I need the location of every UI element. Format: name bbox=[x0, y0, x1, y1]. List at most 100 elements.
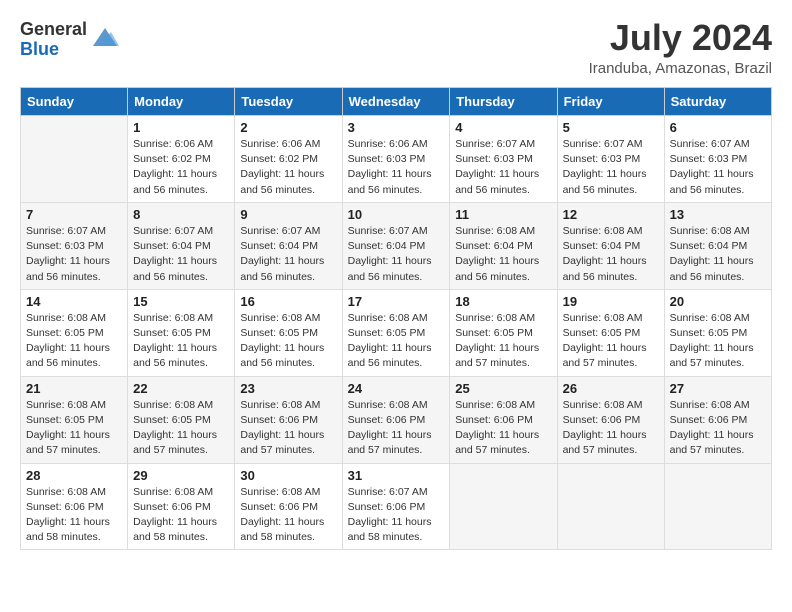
day-info: Sunrise: 6:08 AM Sunset: 6:06 PM Dayligh… bbox=[240, 398, 336, 459]
day-cell: 10Sunrise: 6:07 AM Sunset: 6:04 PM Dayli… bbox=[342, 202, 450, 289]
day-number: 23 bbox=[240, 381, 336, 396]
day-cell bbox=[21, 116, 128, 203]
day-number: 25 bbox=[455, 381, 551, 396]
header-cell-wednesday: Wednesday bbox=[342, 88, 450, 116]
day-number: 7 bbox=[26, 207, 122, 222]
day-cell: 29 Sunrise: 6:08 AM Sunset: 6:06 PM Dayli… bbox=[128, 463, 235, 550]
day-info: Sunrise: 6:08 AM Sunset: 6:05 PM Dayligh… bbox=[26, 311, 122, 372]
day-cell: 3Sunrise: 6:06 AM Sunset: 6:03 PM Daylig… bbox=[342, 116, 450, 203]
day-number: 27 bbox=[670, 381, 766, 396]
day-cell: 8 Sunrise: 6:07 AM Sunset: 6:04 PM Daylig… bbox=[128, 202, 235, 289]
day-cell: 23 Sunrise: 6:08 AM Sunset: 6:06 PM Dayli… bbox=[235, 376, 342, 463]
day-info: Sunrise: 6:08 AM Sunset: 6:06 PM Dayligh… bbox=[348, 398, 445, 459]
day-number: 20 bbox=[670, 294, 766, 309]
day-info: Sunrise: 6:07 AM Sunset: 6:04 PM Dayligh… bbox=[240, 224, 336, 285]
day-info: Sunrise: 6:08 AM Sunset: 6:06 PM Dayligh… bbox=[670, 398, 766, 459]
day-cell: 18 Sunrise: 6:08 AM Sunset: 6:05 PM Dayli… bbox=[450, 289, 557, 376]
day-number: 14 bbox=[26, 294, 122, 309]
day-info: Sunrise: 6:07 AM Sunset: 6:03 PM Dayligh… bbox=[670, 137, 766, 198]
day-cell bbox=[557, 463, 664, 550]
day-number: 31 bbox=[348, 468, 445, 483]
day-number: 22 bbox=[133, 381, 229, 396]
day-cell: 22 Sunrise: 6:08 AM Sunset: 6:05 PM Dayli… bbox=[128, 376, 235, 463]
logo-blue-text: Blue bbox=[20, 40, 87, 60]
header-cell-tuesday: Tuesday bbox=[235, 88, 342, 116]
day-cell: 7 Sunrise: 6:07 AM Sunset: 6:03 PM Daylig… bbox=[21, 202, 128, 289]
location-text: Iranduba, Amazonas, Brazil bbox=[589, 60, 772, 77]
day-number: 6 bbox=[670, 120, 766, 135]
day-cell: 11 Sunrise: 6:08 AM Sunset: 6:04 PM Dayli… bbox=[450, 202, 557, 289]
day-info: Sunrise: 6:07 AM Sunset: 6:06 PM Dayligh… bbox=[348, 485, 445, 546]
day-info: Sunrise: 6:08 AM Sunset: 6:05 PM Dayligh… bbox=[133, 311, 229, 372]
month-year-title: July 2024 bbox=[589, 20, 772, 56]
day-cell: 24 Sunrise: 6:08 AM Sunset: 6:06 PM Dayli… bbox=[342, 376, 450, 463]
week-row-5: 28 Sunrise: 6:08 AM Sunset: 6:06 PM Dayli… bbox=[21, 463, 772, 550]
day-info: Sunrise: 6:06 AM Sunset: 6:03 PM Dayligh… bbox=[348, 137, 445, 198]
day-number: 26 bbox=[563, 381, 659, 396]
day-info: Sunrise: 6:08 AM Sunset: 6:05 PM Dayligh… bbox=[455, 311, 551, 372]
day-number: 9 bbox=[240, 207, 336, 222]
day-cell: 26Sunrise: 6:08 AM Sunset: 6:06 PM Dayli… bbox=[557, 376, 664, 463]
day-cell: 17 Sunrise: 6:08 AM Sunset: 6:05 PM Dayli… bbox=[342, 289, 450, 376]
day-info: Sunrise: 6:07 AM Sunset: 6:04 PM Dayligh… bbox=[133, 224, 229, 285]
day-number: 16 bbox=[240, 294, 336, 309]
day-number: 29 bbox=[133, 468, 229, 483]
day-number: 11 bbox=[455, 207, 551, 222]
day-cell: 16 Sunrise: 6:08 AM Sunset: 6:05 PM Dayli… bbox=[235, 289, 342, 376]
day-info: Sunrise: 6:07 AM Sunset: 6:03 PM Dayligh… bbox=[563, 137, 659, 198]
day-info: Sunrise: 6:08 AM Sunset: 6:05 PM Dayligh… bbox=[240, 311, 336, 372]
day-cell: 2 Sunrise: 6:06 AM Sunset: 6:02 PM Daylig… bbox=[235, 116, 342, 203]
day-number: 2 bbox=[240, 120, 336, 135]
day-cell: 25Sunrise: 6:08 AM Sunset: 6:06 PM Dayli… bbox=[450, 376, 557, 463]
day-cell: 27 Sunrise: 6:08 AM Sunset: 6:06 PM Dayli… bbox=[664, 376, 771, 463]
day-number: 12 bbox=[563, 207, 659, 222]
page-header: General Blue July 2024 Iranduba, Amazona… bbox=[20, 20, 772, 77]
day-info: Sunrise: 6:07 AM Sunset: 6:03 PM Dayligh… bbox=[26, 224, 122, 285]
day-info: Sunrise: 6:08 AM Sunset: 6:06 PM Dayligh… bbox=[26, 485, 122, 546]
day-info: Sunrise: 6:08 AM Sunset: 6:06 PM Dayligh… bbox=[133, 485, 229, 546]
day-number: 28 bbox=[26, 468, 122, 483]
week-row-1: 1 Sunrise: 6:06 AM Sunset: 6:02 PM Daylig… bbox=[21, 116, 772, 203]
day-info: Sunrise: 6:08 AM Sunset: 6:05 PM Dayligh… bbox=[26, 398, 122, 459]
day-number: 1 bbox=[133, 120, 229, 135]
day-number: 17 bbox=[348, 294, 445, 309]
day-number: 8 bbox=[133, 207, 229, 222]
day-info: Sunrise: 6:06 AM Sunset: 6:02 PM Dayligh… bbox=[240, 137, 336, 198]
day-cell: 20 Sunrise: 6:08 AM Sunset: 6:05 PM Dayli… bbox=[664, 289, 771, 376]
header-cell-monday: Monday bbox=[128, 88, 235, 116]
day-cell: 13Sunrise: 6:08 AM Sunset: 6:04 PM Dayli… bbox=[664, 202, 771, 289]
day-number: 5 bbox=[563, 120, 659, 135]
day-number: 18 bbox=[455, 294, 551, 309]
day-info: Sunrise: 6:08 AM Sunset: 6:06 PM Dayligh… bbox=[240, 485, 336, 546]
day-cell: 15 Sunrise: 6:08 AM Sunset: 6:05 PM Dayli… bbox=[128, 289, 235, 376]
week-row-3: 14 Sunrise: 6:08 AM Sunset: 6:05 PM Dayli… bbox=[21, 289, 772, 376]
day-number: 4 bbox=[455, 120, 551, 135]
header-row: SundayMondayTuesdayWednesdayThursdayFrid… bbox=[21, 88, 772, 116]
day-info: Sunrise: 6:08 AM Sunset: 6:05 PM Dayligh… bbox=[348, 311, 445, 372]
logo: General Blue bbox=[20, 20, 119, 60]
day-number: 21 bbox=[26, 381, 122, 396]
logo-general-text: General bbox=[20, 20, 87, 40]
day-cell bbox=[450, 463, 557, 550]
header-cell-sunday: Sunday bbox=[21, 88, 128, 116]
calendar-table: SundayMondayTuesdayWednesdayThursdayFrid… bbox=[20, 87, 772, 550]
day-number: 30 bbox=[240, 468, 336, 483]
day-cell: 1Sunrise: 6:06 AM Sunset: 6:02 PM Daylig… bbox=[128, 116, 235, 203]
header-cell-saturday: Saturday bbox=[664, 88, 771, 116]
day-info: Sunrise: 6:08 AM Sunset: 6:05 PM Dayligh… bbox=[133, 398, 229, 459]
day-number: 15 bbox=[133, 294, 229, 309]
day-cell: 4 Sunrise: 6:07 AM Sunset: 6:03 PM Daylig… bbox=[450, 116, 557, 203]
day-info: Sunrise: 6:08 AM Sunset: 6:04 PM Dayligh… bbox=[670, 224, 766, 285]
day-info: Sunrise: 6:08 AM Sunset: 6:04 PM Dayligh… bbox=[563, 224, 659, 285]
day-info: Sunrise: 6:07 AM Sunset: 6:03 PM Dayligh… bbox=[455, 137, 551, 198]
day-info: Sunrise: 6:08 AM Sunset: 6:04 PM Dayligh… bbox=[455, 224, 551, 285]
day-cell: 30 Sunrise: 6:08 AM Sunset: 6:06 PM Dayli… bbox=[235, 463, 342, 550]
day-cell: 19Sunrise: 6:08 AM Sunset: 6:05 PM Dayli… bbox=[557, 289, 664, 376]
day-cell: 28 Sunrise: 6:08 AM Sunset: 6:06 PM Dayli… bbox=[21, 463, 128, 550]
day-number: 24 bbox=[348, 381, 445, 396]
day-cell: 6 Sunrise: 6:07 AM Sunset: 6:03 PM Daylig… bbox=[664, 116, 771, 203]
week-row-4: 21 Sunrise: 6:08 AM Sunset: 6:05 PM Dayli… bbox=[21, 376, 772, 463]
day-cell: 9 Sunrise: 6:07 AM Sunset: 6:04 PM Daylig… bbox=[235, 202, 342, 289]
day-info: Sunrise: 6:08 AM Sunset: 6:05 PM Dayligh… bbox=[670, 311, 766, 372]
day-number: 10 bbox=[348, 207, 445, 222]
